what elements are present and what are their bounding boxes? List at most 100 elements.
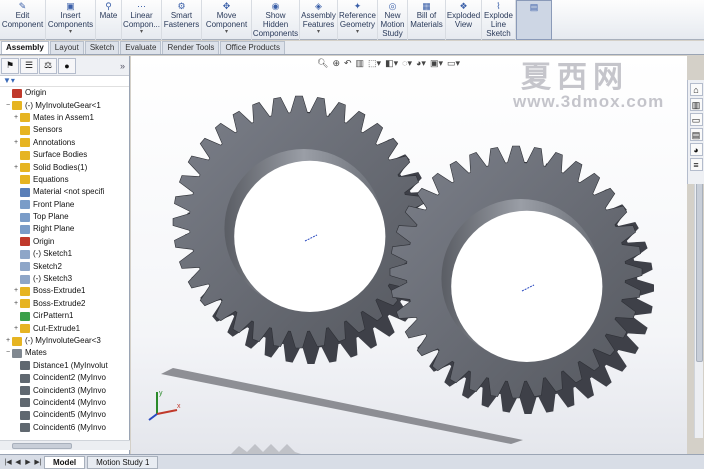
tree-item[interactable]: Front Plane (0, 199, 118, 211)
tree-item[interactable]: Material <not specifi (0, 186, 118, 198)
new-motion-study-button[interactable]: ◎ New Motion Study (378, 0, 408, 40)
search-icon[interactable]: ▤ (689, 128, 703, 141)
configuration-manager-tab-icon[interactable]: ⚖ (39, 57, 57, 74)
tab-assembly[interactable]: Assembly (1, 41, 49, 54)
tab-model[interactable]: Model (44, 455, 86, 469)
home-icon[interactable]: ⌂ (689, 83, 703, 96)
tree-item[interactable]: Coincident2 (MyInvo (0, 372, 118, 384)
tree-item[interactable]: + Cut-Extrude1 (0, 322, 118, 334)
tree-item[interactable]: Sensors (0, 124, 118, 136)
tree-item[interactable]: (-) Sketch3 (0, 273, 118, 285)
ribbon-button-label: Assembly Features (301, 11, 336, 29)
tree-item[interactable]: Sketch2 (0, 260, 118, 272)
tree-item[interactable]: + Boss-Extrude2 (0, 298, 118, 310)
appearances-icon[interactable]: ◕ (689, 143, 703, 156)
tree-item-label: Solid Bodies(1) (33, 162, 88, 172)
tree-item[interactable]: Origin (0, 87, 118, 99)
gears-model[interactable] (131, 56, 687, 454)
dropdown-arrow-icon[interactable]: ▾ (69, 29, 72, 35)
next-tab-icon[interactable]: ▶ (24, 458, 32, 466)
tree-item[interactable]: Origin (0, 236, 118, 248)
tree-item-label: Origin (25, 88, 47, 98)
tree-item[interactable]: − (-) MyInvoluteGear<1 (0, 99, 118, 111)
appearance-manager-tab-icon[interactable]: ● (58, 57, 76, 74)
feature-manager-tab-icon[interactable]: ⚑ (1, 57, 19, 74)
plane-icon (20, 224, 30, 234)
feature-tree: Origin − (-) MyInvoluteGear<1 + Mates in Ass… (0, 87, 118, 443)
exploded-view-button[interactable]: ❖ Exploded View (446, 0, 482, 40)
edit-component-button[interactable]: ✎ Edit Component (0, 0, 46, 40)
tab-render-tools[interactable]: Render Tools (162, 41, 220, 54)
bill-of-materials-button[interactable]: ▦ Bill of Materials (408, 0, 446, 40)
tree-item[interactable]: Top Plane (0, 211, 118, 223)
move-component-button[interactable]: ✥ Move Component ▾ (202, 0, 252, 40)
tab-motion-study-1[interactable]: Motion Study 1 (87, 455, 159, 469)
ribbon-button-label: Linear Compon... (123, 11, 160, 29)
tree-item-label: (-) MyInvoluteGear<3 (25, 336, 101, 345)
tree-item[interactable]: + Boss-Extrude1 (0, 285, 118, 297)
explode-line-sketch-button[interactable]: ⌇ Explode Line Sketch (482, 0, 516, 40)
tree-item[interactable]: Right Plane (0, 223, 118, 235)
expand-toggle-icon[interactable]: + (12, 323, 20, 335)
reference-geometry-button[interactable]: ✦ Reference Geometry ▾ (338, 0, 378, 40)
tree-item[interactable]: + (-) MyInvoluteGear<3 (0, 335, 118, 347)
custom-properties-icon[interactable]: ≡ (689, 158, 703, 171)
ribbon-button-label: Exploded View (446, 11, 481, 29)
expand-toggle-icon[interactable]: + (12, 137, 20, 149)
smart-fasteners-button[interactable]: ⚙ Smart Fasteners (162, 0, 202, 40)
tree-item[interactable]: Coincident5 (MyInvo (0, 409, 118, 421)
bill-of-materials-icon: ▦ (422, 1, 431, 11)
mate-button[interactable]: ⚲ Mate (96, 0, 122, 40)
file-explorer-icon[interactable]: ▭ (689, 113, 703, 126)
tree-item[interactable]: CirPattern1 (0, 310, 118, 322)
linear-component-pattern-button[interactable]: ⋯ Linear Compon... ▾ (122, 0, 162, 40)
gear-2[interactable] (389, 145, 654, 414)
tree-item[interactable]: − Mates (0, 347, 118, 359)
tree-item[interactable]: Coincident4 (MyInvo (0, 397, 118, 409)
dropdown-arrow-icon[interactable]: ▾ (356, 29, 359, 35)
tree-item[interactable]: Surface Bodies (0, 149, 118, 161)
expand-toggle-icon[interactable]: − (4, 100, 12, 112)
tab-layout[interactable]: Layout (49, 41, 84, 54)
expand-toggle-icon[interactable]: + (12, 162, 20, 174)
graphics-area[interactable]: 🔍︎ ⊕ ↶ ▥ ⬚▾ ◧▾ ◌▾ ◕▾ ▣▾ ▭▾ 夏西网 www.3dmox… (131, 56, 687, 454)
show-hidden-components-button[interactable]: ◉ Show Hidden Components (252, 0, 300, 40)
tree-item-label: (-) Sketch3 (33, 274, 73, 284)
last-tab-icon[interactable]: ▶| (34, 458, 42, 466)
design-library-icon[interactable]: ▥ (689, 98, 703, 111)
tree-item[interactable]: + Mates in Assem1 (0, 112, 118, 124)
first-tab-icon[interactable]: |◀ (4, 458, 12, 466)
tab-evaluate[interactable]: Evaluate (120, 41, 162, 54)
property-manager-tab-icon[interactable]: ☰ (20, 57, 38, 74)
tree-item-label: Coincident5 (MyInvo (33, 410, 106, 420)
dropdown-arrow-icon[interactable]: ▾ (140, 29, 143, 35)
expand-toggle-icon[interactable]: − (4, 347, 12, 359)
tree-item[interactable]: (-) Sketch1 (0, 248, 118, 260)
dropdown-arrow-icon[interactable]: ▾ (317, 29, 320, 35)
tree-item[interactable]: Coincident3 (MyInvo (0, 384, 118, 396)
assembly-features-button[interactable]: ◈ Assembly Features ▾ (300, 0, 338, 40)
tree-item[interactable]: Coincident6 (MyInvo (0, 422, 118, 434)
svg-text:x: x (177, 403, 181, 410)
solidworks-window: ✎ Edit Component ▣ Insert Components ▾ ⚲ Mate ⋯… (0, 0, 704, 469)
dropdown-arrow-icon[interactable]: ▾ (225, 29, 228, 35)
tab-sketch[interactable]: Sketch (84, 41, 120, 54)
scrollbar-thumb[interactable] (696, 162, 703, 362)
tab-office-products[interactable]: Office Products (220, 41, 285, 54)
filter-icon[interactable]: ▼▾ (0, 76, 129, 87)
scrollbar-thumb[interactable] (12, 443, 72, 449)
expand-toggle-icon[interactable]: + (12, 298, 20, 310)
chevron-right-icon[interactable]: » (120, 61, 125, 71)
tree-item[interactable]: + Solid Bodies(1) (0, 161, 118, 173)
tree-item[interactable]: + Annotations (0, 137, 118, 149)
expand-toggle-icon[interactable]: + (12, 285, 20, 297)
insert-components-button[interactable]: ▣ Insert Components ▾ (46, 0, 96, 40)
tree-item[interactable]: Equations (0, 174, 118, 186)
panel-tab-bar: ⚑ ☰ ⚖ ● » (0, 56, 129, 76)
expand-toggle-icon[interactable]: + (12, 112, 20, 124)
tree-item[interactable]: Distance1 (MyInvolut (0, 360, 118, 372)
tree-horizontal-scrollbar[interactable] (0, 440, 130, 450)
expand-toggle-icon[interactable]: + (4, 335, 12, 347)
prev-tab-icon[interactable]: ◀ (14, 458, 22, 466)
instant3d-button[interactable]: ▤ (516, 0, 552, 40)
